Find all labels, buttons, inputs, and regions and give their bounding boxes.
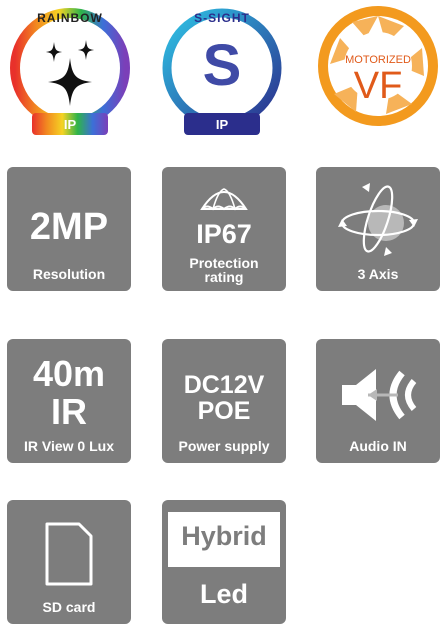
audio-tile: Audio IN: [316, 339, 440, 463]
ir-value-line2: IR: [51, 391, 87, 432]
resolution-tile: 2MP Resolution: [7, 167, 131, 291]
ir-tile: 40m IR IR View 0 Lux: [7, 339, 131, 463]
resolution-value: 2MP: [29, 206, 109, 248]
power-caption: Power supply: [178, 438, 270, 454]
sparkle-stars-icon: [46, 40, 94, 106]
power-value-line1: DC12V: [183, 371, 265, 399]
hybrid-led-tile: Hybrid Led: [162, 500, 286, 624]
audio-caption: Audio IN: [349, 438, 407, 454]
s-letter-icon: S: [202, 33, 242, 98]
power-value-line2: POE: [197, 397, 251, 425]
rainbow-ip-label: IP: [63, 117, 77, 132]
ir-value-line1: 40m: [32, 353, 106, 394]
vf-text: VF: [353, 65, 403, 107]
resolution-caption: Resolution: [32, 266, 106, 282]
three-axis-tile: 3 Axis: [316, 167, 440, 291]
ssight-ip-badge: S-SIGHT S IP: [158, 4, 286, 136]
hybrid-text: Hybrid: [181, 521, 267, 551]
sd-card-tile: SD card: [7, 500, 131, 624]
three-axis-caption: 3 Axis: [357, 266, 399, 282]
speaker-sound-icon: [342, 369, 417, 421]
rainbow-arc-text: RAINBOW: [37, 11, 103, 25]
protection-value: IP67: [196, 219, 252, 249]
ssight-arc-text: S-SIGHT: [194, 11, 250, 25]
three-axis-rotation-icon: [338, 183, 418, 256]
sd-card-caption: SD card: [42, 599, 96, 615]
motorized-vf-badge: MOTORIZED VF: [316, 4, 440, 136]
sd-card-icon: [45, 522, 93, 586]
power-tile: DC12V POE Power supply: [162, 339, 286, 463]
rainbow-ip-badge: RAINBOW IP: [6, 4, 134, 136]
umbrella-icon: [200, 188, 248, 211]
protection-tile: IP67 Protection rating: [162, 167, 286, 291]
ssight-ip-label: IP: [215, 117, 229, 132]
protection-caption-line2: rating: [204, 269, 244, 285]
led-text: Led: [199, 579, 248, 609]
ir-caption: IR View 0 Lux: [24, 438, 114, 454]
